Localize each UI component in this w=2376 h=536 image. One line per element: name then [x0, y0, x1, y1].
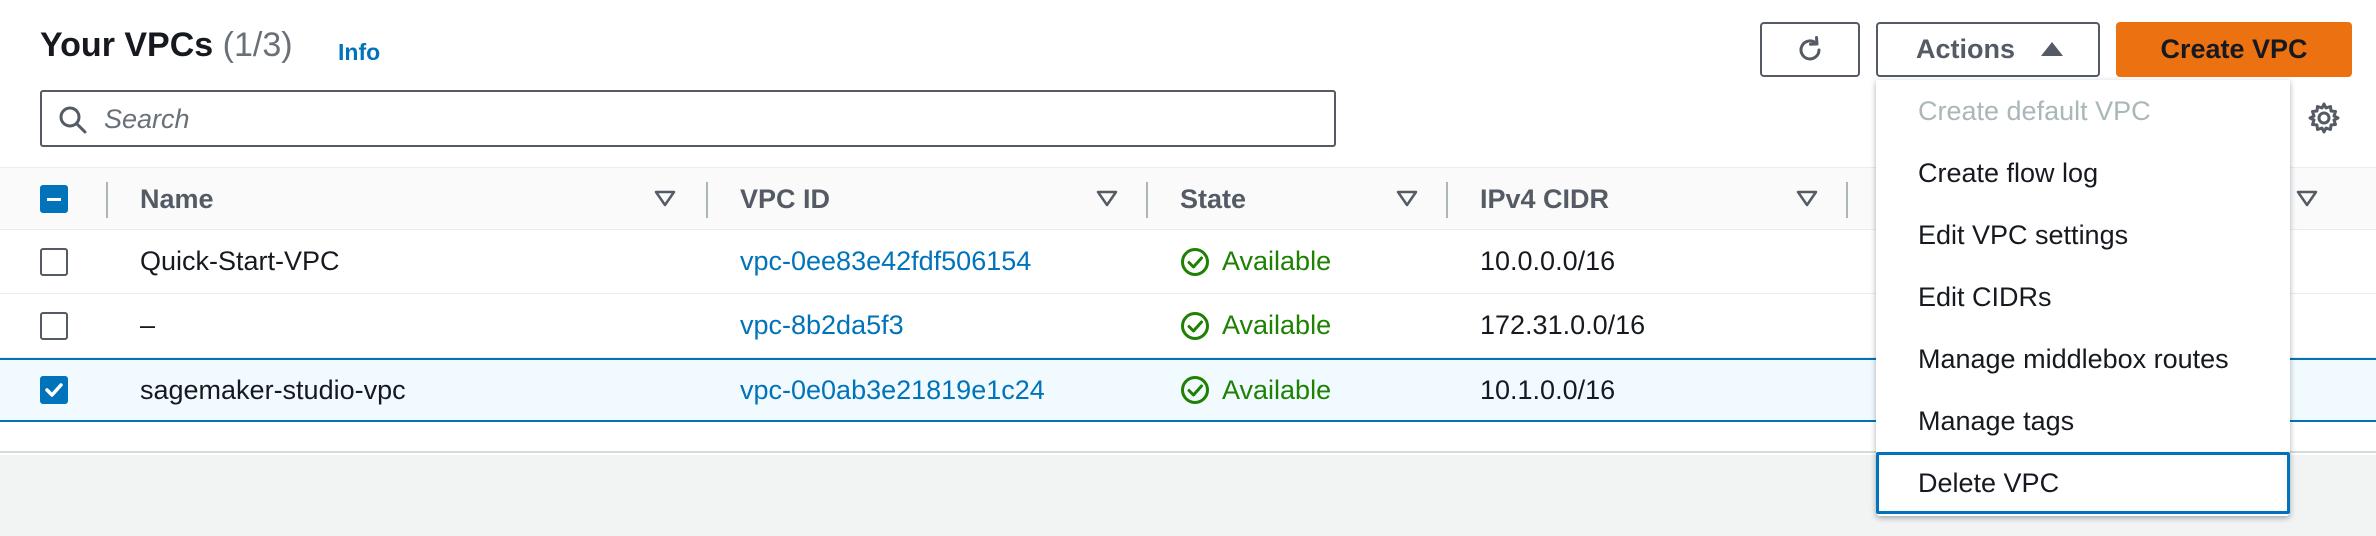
column-divider	[1846, 182, 1848, 218]
menu-item-edit-cidrs[interactable]: Edit CIDRs	[1876, 266, 2290, 328]
ipv4-cidr: 10.1.0.0/16	[1480, 374, 1616, 405]
menu-item-manage-tags[interactable]: Manage tags	[1876, 390, 2290, 452]
menu-item-create-default-vpc: Create default VPC	[1918, 95, 2151, 126]
actions-dropdown-menu: Create default VPC Create flow log Edit …	[1876, 80, 2290, 516]
menu-item-create-flow-log[interactable]: Create flow log	[1876, 142, 2290, 204]
sort-down-icon[interactable]	[1096, 190, 1118, 208]
vpc-state: Available	[1180, 230, 1331, 293]
gear-icon[interactable]	[2307, 101, 2341, 135]
column-header-name[interactable]: Name	[140, 168, 214, 231]
search-box[interactable]	[40, 90, 1336, 147]
page-title: Your VPCs (1/3)	[40, 26, 293, 65]
column-header-ipv4-cidr[interactable]: IPv4 CIDR	[1480, 168, 1609, 231]
vpc-id-link[interactable]: vpc-0e0ab3e21819e1c24	[740, 360, 1045, 420]
column-divider	[106, 182, 108, 218]
sort-down-icon[interactable]	[2296, 190, 2318, 208]
search-input[interactable]	[104, 100, 1304, 138]
select-all-checkbox[interactable]	[40, 185, 68, 213]
ipv4-cidr: 10.0.0.0/16	[1480, 246, 1616, 276]
menu-item-edit-vpc-settings[interactable]: Edit VPC settings	[1876, 204, 2290, 266]
actions-label: Actions	[1916, 34, 2016, 64]
selection-count: (1/3)	[222, 26, 293, 64]
vpc-id-link[interactable]: vpc-8b2da5f3	[740, 294, 904, 357]
vpc-state: Available	[1180, 360, 1331, 420]
menu-item-delete-vpc[interactable]: Delete VPC	[1876, 452, 2290, 514]
check-circle-icon	[1181, 247, 1209, 276]
menu-item-manage-middlebox-routes[interactable]: Manage middlebox routes	[1876, 328, 2290, 390]
vpc-state: Available	[1180, 294, 1331, 357]
refresh-button[interactable]	[1760, 22, 1860, 77]
row-checkbox[interactable]	[40, 312, 68, 340]
sort-down-icon[interactable]	[1796, 190, 1818, 208]
sort-down-icon[interactable]	[1396, 190, 1418, 208]
vpc-id-link[interactable]: vpc-0ee83e42fdf506154	[740, 230, 1031, 293]
refresh-icon	[1799, 35, 1821, 60]
state-label: Available	[1222, 246, 1332, 276]
info-link[interactable]: Info	[338, 39, 380, 66]
search-icon	[59, 106, 87, 134]
column-divider	[1146, 182, 1148, 218]
caret-up-icon	[2041, 41, 2064, 56]
column-divider	[1446, 182, 1448, 218]
check-circle-icon	[1181, 311, 1209, 340]
state-label: Available	[1222, 310, 1332, 340]
state-label: Available	[1222, 374, 1332, 405]
column-header-state[interactable]: State	[1180, 168, 1246, 231]
column-divider	[706, 182, 708, 218]
vpc-name: sagemaker-studio-vpc	[140, 374, 406, 405]
create-vpc-button[interactable]: Create VPC	[2116, 22, 2352, 77]
row-checkbox[interactable]	[40, 248, 68, 276]
sort-down-icon[interactable]	[654, 190, 676, 208]
ipv4-cidr: 172.31.0.0/16	[1480, 310, 1646, 340]
actions-button[interactable]: Actions	[1876, 22, 2100, 77]
vpc-name: Quick-Start-VPC	[140, 246, 340, 276]
vpc-name: –	[140, 310, 156, 340]
row-checkbox[interactable]	[40, 376, 68, 404]
column-header-vpc-id[interactable]: VPC ID	[740, 168, 830, 231]
check-circle-icon	[1181, 376, 1209, 404]
checkmark-icon	[45, 383, 63, 397]
title-text: Your VPCs	[40, 26, 214, 64]
